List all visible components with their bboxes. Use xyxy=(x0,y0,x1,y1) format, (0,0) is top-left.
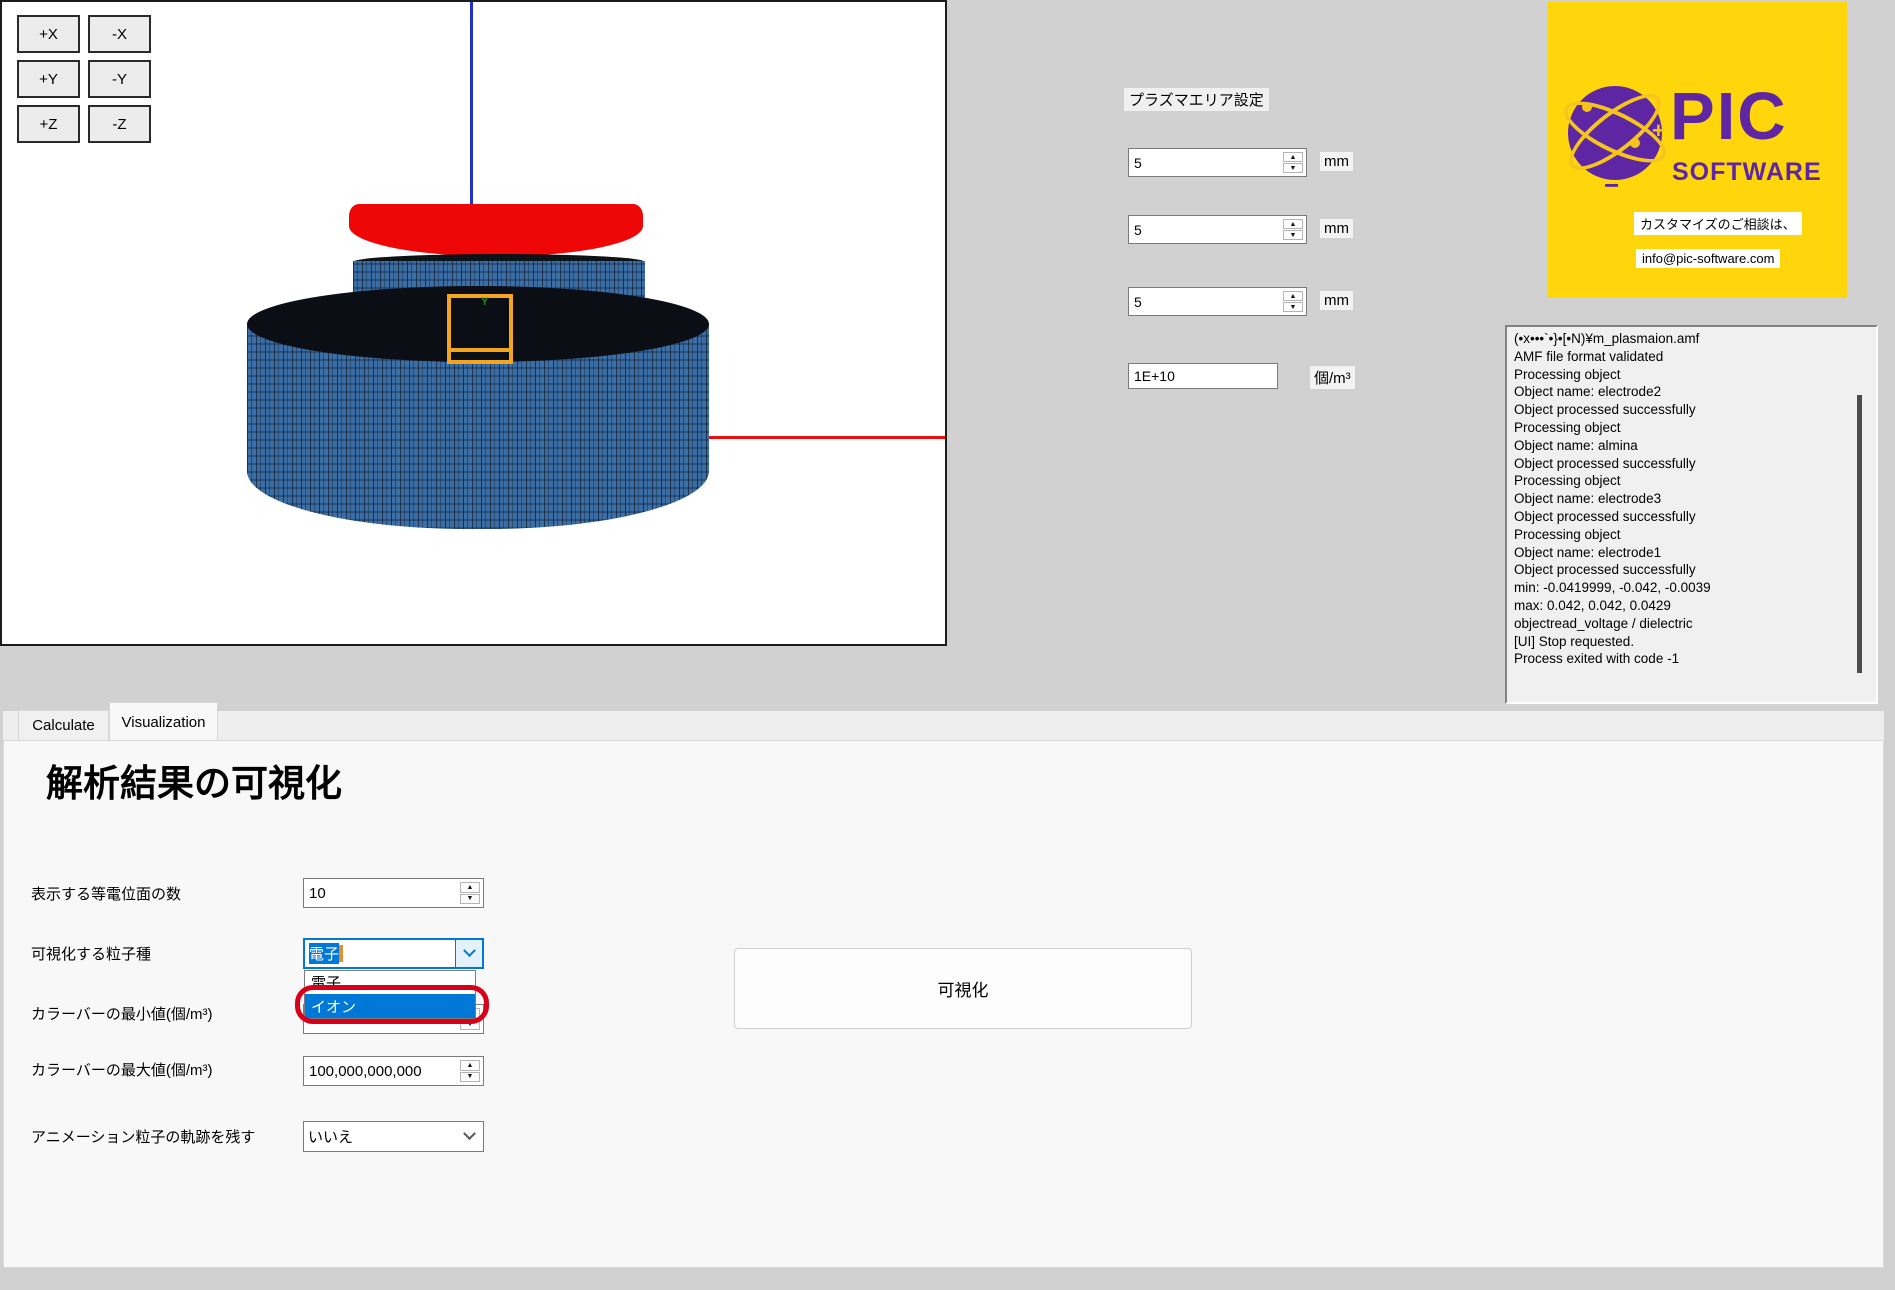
keep-trajectory-value: いいえ xyxy=(304,1126,456,1147)
spin-down-icon[interactable]: ▼ xyxy=(1283,302,1303,312)
visualize-button[interactable]: 可視化 xyxy=(734,948,1192,1029)
chevron-down-icon xyxy=(463,1127,476,1140)
isosurface-count-input[interactable] xyxy=(309,879,459,907)
keep-trajectory-label: アニメーション粒子の軌跡を残す xyxy=(31,1126,255,1147)
view-plus-z-button[interactable]: +Z xyxy=(17,105,80,143)
plasma-size-y-spin-buttons: ▲ ▼ xyxy=(1283,219,1303,240)
process-log-textbox[interactable]: (•x•••`•}•[•N)¥m_plasmaion.amf AMF file … xyxy=(1505,325,1878,704)
spin-up-icon[interactable]: ▲ xyxy=(1283,291,1303,301)
isosurface-count-label: 表示する等電位面の数 xyxy=(31,883,181,904)
view-plus-x-button[interactable]: +X xyxy=(17,15,80,53)
spin-down-icon[interactable]: ▼ xyxy=(1283,163,1303,173)
selection-box-inner-line xyxy=(451,348,509,352)
plasma-size-y-input[interactable] xyxy=(1134,216,1282,243)
colorbar-max-input[interactable] xyxy=(309,1057,459,1085)
minus-icon: − xyxy=(1604,170,1619,201)
plasma-size-z-unit: mm xyxy=(1320,291,1353,310)
3d-viewport[interactable]: +X -X +Y -Y +Z -Z Y xyxy=(0,0,947,646)
logo-subtitle-text: SOFTWARE xyxy=(1672,158,1822,187)
plasma-size-z-spinner: ▲ ▼ xyxy=(1128,287,1307,316)
isosurface-spin-buttons: ▲ ▼ xyxy=(460,882,480,904)
plasma-size-x-spin-buttons: ▲ ▼ xyxy=(1283,152,1303,173)
spin-down-icon[interactable]: ▼ xyxy=(460,894,480,905)
plasma-density-unit: 個/m³ xyxy=(1310,366,1355,389)
spin-up-icon[interactable]: ▲ xyxy=(1283,219,1303,229)
keep-trajectory-combobox[interactable]: いいえ xyxy=(303,1121,484,1152)
colorbar-max-spin-buttons: ▲ ▼ xyxy=(460,1060,480,1082)
visualization-tab-page: 解析結果の可視化 表示する等電位面の数 ▲ ▼ 可視化する粒子種 電子 カラーバ… xyxy=(3,740,1884,1268)
colorbar-max-label: カラーバーの最大値(個/m³) xyxy=(31,1059,213,1080)
electron-dot xyxy=(1630,138,1640,148)
tab-strip xyxy=(3,711,1884,740)
plasma-size-x-unit: mm xyxy=(1320,152,1353,171)
particle-type-combobox[interactable]: 電子 xyxy=(303,938,484,969)
plasma-density-field xyxy=(1128,363,1278,389)
spin-up-icon[interactable]: ▲ xyxy=(460,1060,480,1071)
particle-type-label: 可視化する粒子種 xyxy=(31,943,151,964)
annotation-red-ring xyxy=(295,985,489,1024)
model-electrode-disk xyxy=(349,204,643,256)
particle-type-value: 電子 xyxy=(305,943,455,964)
plasma-size-x-spinner: ▲ ▼ xyxy=(1128,148,1307,177)
logo-contact-email: info@pic-software.com xyxy=(1636,249,1780,268)
colorbar-min-label: カラーバーの最小値(個/m³) xyxy=(31,1003,213,1024)
view-minus-x-button[interactable]: -X xyxy=(88,15,151,53)
spin-up-icon[interactable]: ▲ xyxy=(1283,152,1303,162)
tab-visualization[interactable]: Visualization xyxy=(109,702,218,741)
selected-text: 電子 xyxy=(309,943,339,964)
atom-icon: + − xyxy=(1568,86,1662,180)
plus-icon: + xyxy=(1652,118,1665,144)
text-caret xyxy=(339,945,343,962)
plasma-density-input[interactable] xyxy=(1134,364,1272,388)
page-title: 解析結果の可視化 xyxy=(46,753,342,807)
plasma-size-y-unit: mm xyxy=(1320,219,1353,238)
view-minus-z-button[interactable]: -Z xyxy=(88,105,151,143)
plasma-size-x-input[interactable] xyxy=(1134,149,1282,176)
combo-dropdown-button[interactable] xyxy=(455,940,482,967)
logo-contact-line1: カスタマイズのご相談は、 xyxy=(1634,212,1802,235)
plasma-size-z-input[interactable] xyxy=(1134,288,1282,315)
pic-software-logo: + − PIC SOFTWARE カスタマイズのご相談は、 info@pic-s… xyxy=(1548,2,1847,298)
electron-dot xyxy=(1582,102,1592,112)
plasma-area-settings-title: プラズマエリア設定 xyxy=(1124,88,1269,111)
logo-brand-text: PIC xyxy=(1670,78,1788,155)
view-minus-y-button[interactable]: -Y xyxy=(88,60,151,98)
combo-dropdown-button[interactable] xyxy=(456,1122,483,1151)
y-axis-label: Y xyxy=(481,296,488,308)
selection-box-outline xyxy=(447,294,513,364)
isosurface-count-spinner: ▲ ▼ xyxy=(303,878,484,908)
app-window: +X -X +Y -Y +Z -Z Y プラズマエリア設定 ▲ ▼ mm ▲ ▼… xyxy=(0,0,1895,1290)
log-scrollbar-thumb[interactable] xyxy=(1857,395,1862,673)
x-axis-line xyxy=(696,436,945,439)
chevron-down-icon xyxy=(463,944,476,957)
spin-down-icon[interactable]: ▼ xyxy=(460,1072,480,1083)
tab-calculate[interactable]: Calculate xyxy=(18,710,109,741)
view-plus-y-button[interactable]: +Y xyxy=(17,60,80,98)
plasma-size-z-spin-buttons: ▲ ▼ xyxy=(1283,291,1303,312)
spin-up-icon[interactable]: ▲ xyxy=(460,882,480,893)
colorbar-max-spinner: ▲ ▼ xyxy=(303,1056,484,1086)
spin-down-icon[interactable]: ▼ xyxy=(1283,230,1303,240)
plasma-size-y-spinner: ▲ ▼ xyxy=(1128,215,1307,244)
